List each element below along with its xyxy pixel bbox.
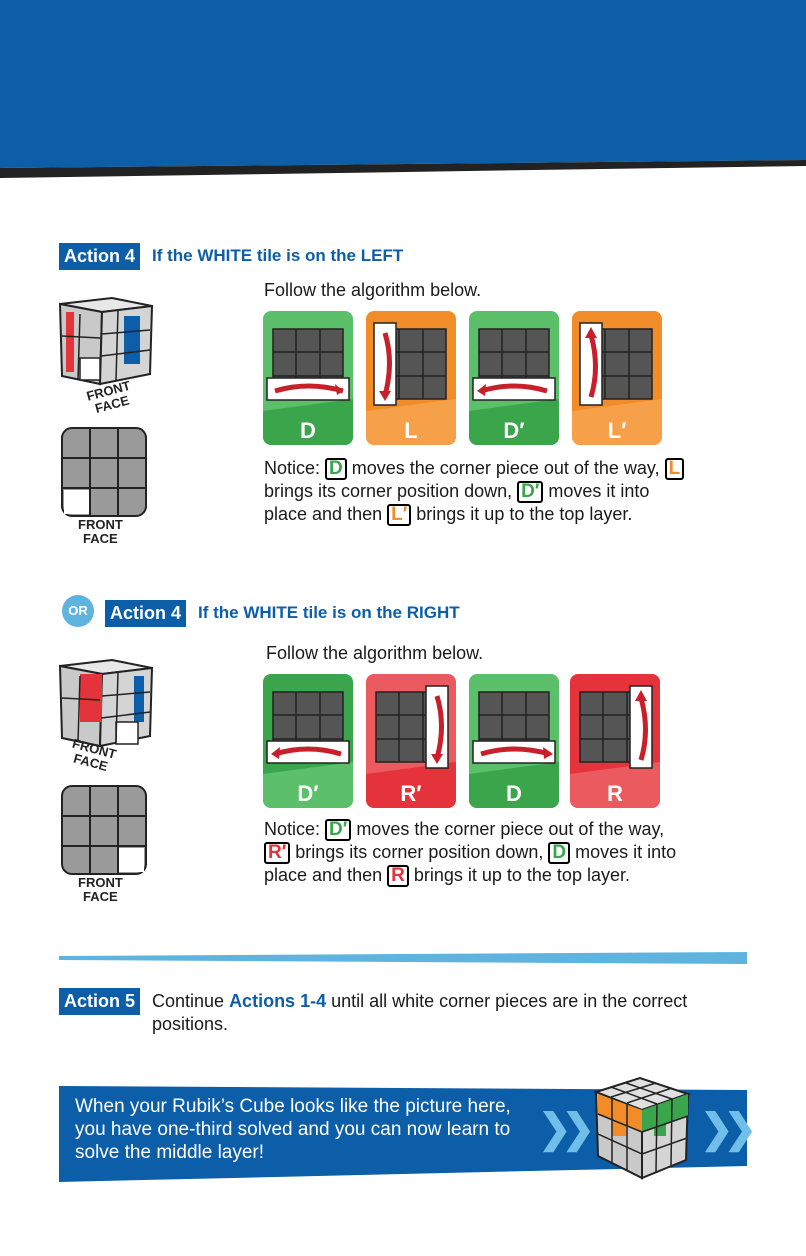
action-5-label: Action 5 [59, 988, 141, 1015]
move-card: L′ [572, 311, 662, 445]
move-badge: L′ [387, 504, 412, 526]
move-label: R [607, 781, 623, 806]
move-label: D [506, 781, 522, 806]
move-label: L [404, 418, 417, 443]
action-4-label: Action 4 [105, 600, 187, 627]
move-badge: D [325, 458, 347, 480]
move-label: D [300, 418, 316, 443]
move-badge: R [387, 865, 409, 887]
move-card: D [263, 311, 353, 445]
section-divider [59, 952, 747, 964]
move-label: D′ [503, 418, 524, 443]
move-badge: D′ [517, 481, 544, 503]
move-card: D [469, 674, 559, 808]
move-card: R [570, 674, 660, 808]
action-4-left-lead: Follow the algorithm below. [264, 280, 482, 300]
cube-3d-white-left [58, 296, 154, 386]
move-badge: D′ [325, 819, 352, 841]
header-band [0, 0, 806, 178]
move-card: D′ [263, 674, 353, 808]
move-card: R′ [366, 674, 456, 808]
flat-caption-left: FRONT FACE [78, 517, 123, 546]
cube-flat-white-left [61, 427, 147, 517]
banner-text: When your Rubik’s Cube looks like the pi… [75, 1096, 511, 1163]
action-4-right-notice: Notice: D′ moves the corner piece out of… [264, 819, 677, 887]
move-label: R′ [400, 781, 421, 806]
double-chevron-icon: ❯❯ [700, 1107, 757, 1151]
action-4-left-title: If the WHITE tile is on the LEFT [152, 246, 404, 265]
cube-flat-white-right [61, 785, 147, 875]
action-4-label: Action 4 [59, 243, 141, 270]
action-4-right-lead: Follow the algorithm below. [266, 643, 484, 663]
double-chevron-icon: ❯❯ [538, 1107, 595, 1151]
move-badge: L [664, 458, 685, 480]
action-5-text: Continue Actions 1-4 until all white cor… [152, 991, 688, 1034]
action-4-left-notice: Notice: D moves the corner piece out of … [264, 457, 694, 526]
cube-3d-white-right [58, 658, 154, 748]
action-4-right-title: If the WHITE tile is on the RIGHT [198, 603, 460, 622]
move-card: L [366, 311, 456, 445]
or-badge: OR [62, 595, 94, 627]
move-badge: D [548, 842, 571, 864]
move-label: D′ [297, 781, 318, 806]
cube-one-third-solved [593, 1076, 692, 1180]
move-label: L′ [608, 418, 627, 443]
flat-caption-right: FRONT FACE [78, 875, 123, 904]
move-badge: R′ [264, 842, 291, 864]
move-card: D′ [469, 311, 559, 445]
